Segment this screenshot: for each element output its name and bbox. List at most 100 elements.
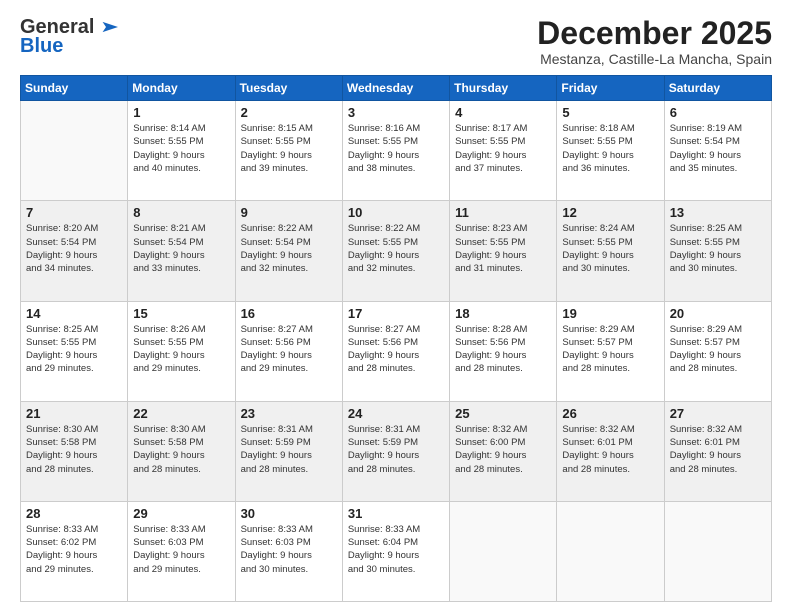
day-number: 24 [348, 406, 444, 421]
day-info: Sunrise: 8:26 AM Sunset: 5:55 PM Dayligh… [133, 323, 229, 376]
table-row: 16 Sunrise: 8:27 AM Sunset: 5:56 PM Dayli… [235, 301, 342, 401]
logo-blue: Blue [20, 35, 63, 58]
table-row: 23 Sunrise: 8:31 AM Sunset: 5:59 PM Dayli… [235, 401, 342, 501]
table-row: 4 Sunrise: 8:17 AM Sunset: 5:55 PM Daylig… [450, 101, 557, 201]
day-info: Sunrise: 8:29 AM Sunset: 5:57 PM Dayligh… [670, 323, 766, 376]
table-row: 7Sunrise: 8:20 AM Sunset: 5:54 PM Daylig… [21, 201, 128, 301]
table-row [557, 501, 664, 601]
table-row: 26 Sunrise: 8:32 AM Sunset: 6:01 PM Dayli… [557, 401, 664, 501]
day-number: 10 [348, 205, 444, 220]
day-info: Sunrise: 8:32 AM Sunset: 6:01 PM Dayligh… [670, 423, 766, 476]
calendar-week-row: 1Sunrise: 8:14 AM Sunset: 5:55 PM Daylig… [21, 101, 772, 201]
day-number: 15 [133, 306, 229, 321]
col-sunday: Sunday [21, 76, 128, 101]
day-number: 16 [241, 306, 337, 321]
day-info: Sunrise: 8:19 AM Sunset: 5:54 PM Dayligh… [670, 122, 766, 175]
day-info: Sunrise: 8:27 AM Sunset: 5:56 PM Dayligh… [348, 323, 444, 376]
calendar-week-row: 7Sunrise: 8:20 AM Sunset: 5:54 PM Daylig… [21, 201, 772, 301]
day-number: 5 [562, 105, 658, 120]
day-info: Sunrise: 8:25 AM Sunset: 5:55 PM Dayligh… [26, 323, 122, 376]
day-number: 30 [241, 506, 337, 521]
table-row [21, 101, 128, 201]
day-number: 21 [26, 406, 122, 421]
col-tuesday: Tuesday [235, 76, 342, 101]
day-number: 20 [670, 306, 766, 321]
day-info: Sunrise: 8:16 AM Sunset: 5:55 PM Dayligh… [348, 122, 444, 175]
day-info: Sunrise: 8:25 AM Sunset: 5:55 PM Dayligh… [670, 222, 766, 275]
day-number: 12 [562, 205, 658, 220]
table-row: 20 Sunrise: 8:29 AM Sunset: 5:57 PM Dayli… [664, 301, 771, 401]
day-info: Sunrise: 8:22 AM Sunset: 5:55 PM Dayligh… [348, 222, 444, 275]
table-row [664, 501, 771, 601]
day-info: Sunrise: 8:32 AM Sunset: 6:01 PM Dayligh… [562, 423, 658, 476]
day-info: Sunrise: 8:33 AM Sunset: 6:04 PM Dayligh… [348, 523, 444, 576]
day-number: 29 [133, 506, 229, 521]
table-row: 19 Sunrise: 8:29 AM Sunset: 5:57 PM Dayli… [557, 301, 664, 401]
day-number: 1 [133, 105, 229, 120]
day-info: Sunrise: 8:32 AM Sunset: 6:00 PM Dayligh… [455, 423, 551, 476]
day-number: 26 [562, 406, 658, 421]
table-row: 27Sunrise: 8:32 AM Sunset: 6:01 PM Dayli… [664, 401, 771, 501]
table-row: 30 Sunrise: 8:33 AM Sunset: 6:03 PM Dayli… [235, 501, 342, 601]
table-row: 22 Sunrise: 8:30 AM Sunset: 5:58 PM Dayli… [128, 401, 235, 501]
calendar-week-row: 28 Sunrise: 8:33 AM Sunset: 6:02 PM Dayli… [21, 501, 772, 601]
day-info: Sunrise: 8:33 AM Sunset: 6:03 PM Dayligh… [241, 523, 337, 576]
day-number: 4 [455, 105, 551, 120]
table-row: 10 Sunrise: 8:22 AM Sunset: 5:55 PM Dayli… [342, 201, 449, 301]
logo-icon [94, 20, 118, 34]
col-thursday: Thursday [450, 76, 557, 101]
table-row [450, 501, 557, 601]
table-row: 1Sunrise: 8:14 AM Sunset: 5:55 PM Daylig… [128, 101, 235, 201]
table-row: 8Sunrise: 8:21 AM Sunset: 5:54 PM Daylig… [128, 201, 235, 301]
month-title: December 2025 [537, 16, 772, 51]
day-number: 8 [133, 205, 229, 220]
day-info: Sunrise: 8:30 AM Sunset: 5:58 PM Dayligh… [26, 423, 122, 476]
day-number: 19 [562, 306, 658, 321]
col-saturday: Saturday [664, 76, 771, 101]
table-row: 28 Sunrise: 8:33 AM Sunset: 6:02 PM Dayli… [21, 501, 128, 601]
logo: General Blue [20, 16, 118, 58]
day-number: 25 [455, 406, 551, 421]
table-row: 24Sunrise: 8:31 AM Sunset: 5:59 PM Dayli… [342, 401, 449, 501]
col-wednesday: Wednesday [342, 76, 449, 101]
col-monday: Monday [128, 76, 235, 101]
calendar-week-row: 14 Sunrise: 8:25 AM Sunset: 5:55 PM Dayli… [21, 301, 772, 401]
day-number: 6 [670, 105, 766, 120]
day-number: 28 [26, 506, 122, 521]
calendar-week-row: 21 Sunrise: 8:30 AM Sunset: 5:58 PM Dayli… [21, 401, 772, 501]
table-row: 2 Sunrise: 8:15 AM Sunset: 5:55 PM Daylig… [235, 101, 342, 201]
day-number: 31 [348, 506, 444, 521]
day-info: Sunrise: 8:30 AM Sunset: 5:58 PM Dayligh… [133, 423, 229, 476]
table-row: 5 Sunrise: 8:18 AM Sunset: 5:55 PM Daylig… [557, 101, 664, 201]
day-info: Sunrise: 8:18 AM Sunset: 5:55 PM Dayligh… [562, 122, 658, 175]
day-info: Sunrise: 8:15 AM Sunset: 5:55 PM Dayligh… [241, 122, 337, 175]
day-info: Sunrise: 8:29 AM Sunset: 5:57 PM Dayligh… [562, 323, 658, 376]
day-number: 14 [26, 306, 122, 321]
table-row: 25 Sunrise: 8:32 AM Sunset: 6:00 PM Dayli… [450, 401, 557, 501]
table-row: 14 Sunrise: 8:25 AM Sunset: 5:55 PM Dayli… [21, 301, 128, 401]
day-number: 11 [455, 205, 551, 220]
page: General Blue December 2025 Mestanza, Cas… [0, 0, 792, 612]
day-info: Sunrise: 8:23 AM Sunset: 5:55 PM Dayligh… [455, 222, 551, 275]
table-row: 13Sunrise: 8:25 AM Sunset: 5:55 PM Dayli… [664, 201, 771, 301]
day-info: Sunrise: 8:17 AM Sunset: 5:55 PM Dayligh… [455, 122, 551, 175]
day-number: 2 [241, 105, 337, 120]
day-number: 22 [133, 406, 229, 421]
day-info: Sunrise: 8:33 AM Sunset: 6:02 PM Dayligh… [26, 523, 122, 576]
table-row: 12Sunrise: 8:24 AM Sunset: 5:55 PM Dayli… [557, 201, 664, 301]
table-row: 11 Sunrise: 8:23 AM Sunset: 5:55 PM Dayli… [450, 201, 557, 301]
table-row: 9Sunrise: 8:22 AM Sunset: 5:54 PM Daylig… [235, 201, 342, 301]
day-number: 18 [455, 306, 551, 321]
day-number: 23 [241, 406, 337, 421]
col-friday: Friday [557, 76, 664, 101]
day-info: Sunrise: 8:33 AM Sunset: 6:03 PM Dayligh… [133, 523, 229, 576]
day-number: 17 [348, 306, 444, 321]
day-info: Sunrise: 8:27 AM Sunset: 5:56 PM Dayligh… [241, 323, 337, 376]
header: General Blue December 2025 Mestanza, Cas… [20, 16, 772, 67]
table-row: 6 Sunrise: 8:19 AM Sunset: 5:54 PM Daylig… [664, 101, 771, 201]
table-row: 21 Sunrise: 8:30 AM Sunset: 5:58 PM Dayli… [21, 401, 128, 501]
table-row: 15 Sunrise: 8:26 AM Sunset: 5:55 PM Dayli… [128, 301, 235, 401]
table-row: 17 Sunrise: 8:27 AM Sunset: 5:56 PM Dayli… [342, 301, 449, 401]
day-info: Sunrise: 8:22 AM Sunset: 5:54 PM Dayligh… [241, 222, 337, 275]
day-info: Sunrise: 8:31 AM Sunset: 5:59 PM Dayligh… [241, 423, 337, 476]
